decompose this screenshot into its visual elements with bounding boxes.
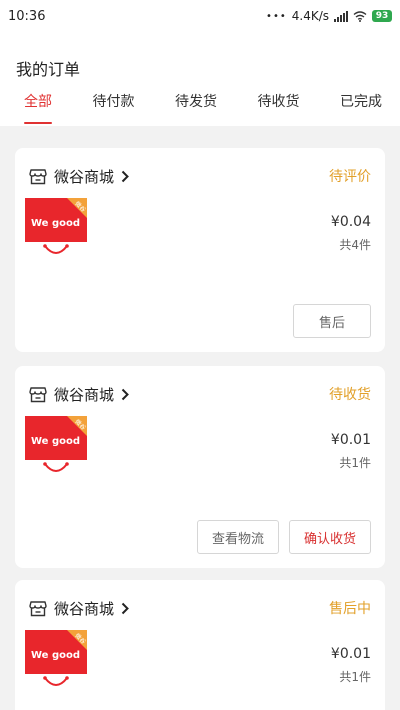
track-logistics-button[interactable]: 查看物流 [197, 520, 279, 554]
signal-icon [334, 10, 348, 22]
shop-name: 微谷商城 [54, 167, 115, 186]
wifi-icon [353, 10, 367, 22]
order-price: ¥0.01 [330, 432, 371, 448]
order-card[interactable]: 微谷商城 待收货 微谷 We good ¥0.01 共1件 查看物流 确认收货 [15, 366, 385, 568]
page-title: 我的订单 [16, 60, 81, 79]
battery-icon: 93 [372, 10, 392, 22]
svg-text:We good: We good [31, 436, 80, 447]
action-buttons: 查看物流 确认收货 [197, 520, 371, 554]
order-price: ¥0.04 [330, 214, 371, 230]
product-thumbnail[interactable]: 微谷 We good [25, 198, 87, 260]
product-thumbnail[interactable]: 微谷 We good [25, 416, 87, 478]
order-price: ¥0.01 [330, 646, 371, 662]
after-sales-button[interactable]: 售后 [293, 304, 371, 338]
tab-pending-payment[interactable]: 待付款 [93, 92, 135, 124]
confirm-receipt-button[interactable]: 确认收货 [289, 520, 371, 554]
order-card[interactable]: 微谷商城 售后中 微谷 We good ¥0.01 共1件 [15, 580, 385, 710]
order-status: 待收货 [329, 387, 371, 403]
shop-link[interactable]: 微谷商城 [29, 598, 129, 619]
order-quantity: 共1件 [339, 456, 371, 470]
shop-link[interactable]: 微谷商城 [29, 384, 129, 405]
action-buttons: 售后 [293, 304, 371, 338]
order-card[interactable]: 微谷商城 待评价 微谷 We good ¥0.04 共4件 售后 [15, 148, 385, 352]
order-status: 售后中 [329, 601, 371, 617]
store-icon [29, 386, 47, 402]
header: 10:36 ••• 4.4K/s 93 我的订单 全部 待付款 待发货 待收货 … [0, 0, 400, 126]
shop-row: 微谷商城 待收货 [29, 382, 371, 406]
shop-name: 微谷商城 [54, 599, 115, 618]
svg-text:We good: We good [31, 650, 80, 661]
status-bar: 10:36 ••• 4.4K/s 93 [0, 0, 400, 32]
tab-all[interactable]: 全部 [24, 92, 52, 124]
notification-dots: ••• [266, 10, 287, 22]
chevron-right-icon [121, 388, 129, 400]
chevron-right-icon [121, 170, 129, 182]
network-speed: 4.4K/s [291, 9, 329, 23]
svg-text:We good: We good [31, 218, 80, 229]
tab-pending-shipment[interactable]: 待发货 [175, 92, 217, 124]
status-indicators: ••• 4.4K/s 93 [266, 9, 392, 23]
shop-link[interactable]: 微谷商城 [29, 166, 129, 187]
order-tabs: 全部 待付款 待发货 待收货 已完成 [0, 92, 400, 124]
tab-pending-receipt[interactable]: 待收货 [258, 92, 300, 124]
product-thumbnail[interactable]: 微谷 We good [25, 630, 87, 692]
shop-row: 微谷商城 售后中 [29, 596, 371, 620]
store-icon [29, 600, 47, 616]
order-quantity: 共4件 [339, 238, 371, 252]
order-quantity: 共1件 [339, 670, 371, 684]
chevron-right-icon [121, 602, 129, 614]
tab-completed[interactable]: 已完成 [340, 92, 382, 124]
status-time: 10:36 [8, 8, 46, 24]
shop-name: 微谷商城 [54, 385, 115, 404]
order-status: 待评价 [329, 169, 371, 185]
shop-row: 微谷商城 待评价 [29, 164, 371, 188]
store-icon [29, 168, 47, 184]
